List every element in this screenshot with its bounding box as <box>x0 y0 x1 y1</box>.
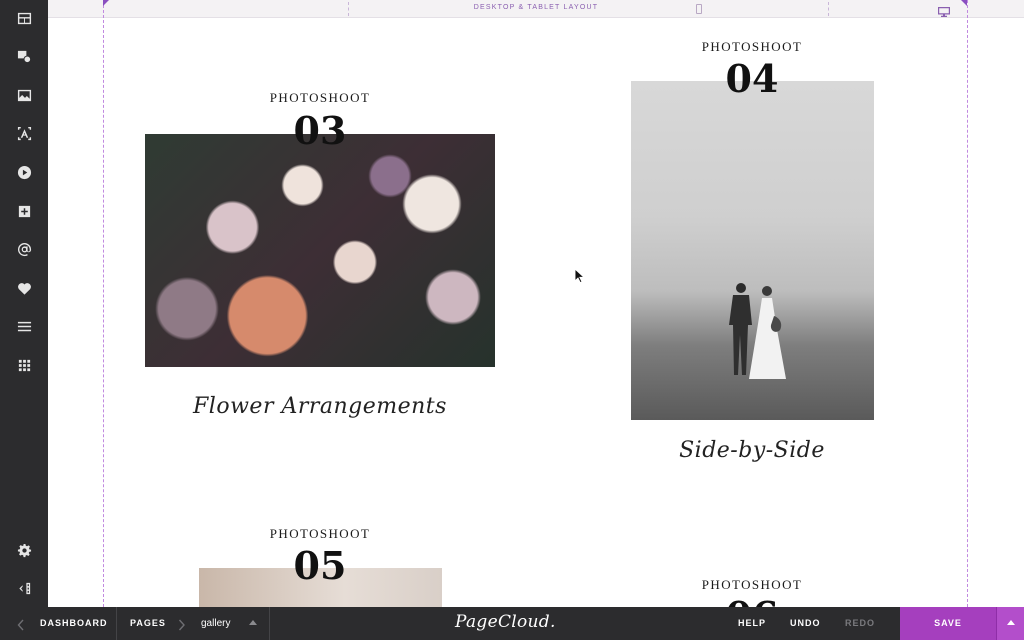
email-icon <box>17 242 31 256</box>
dashboard-link[interactable]: DASHBOARD <box>40 607 108 640</box>
tool-apps[interactable] <box>0 349 48 381</box>
guide-handle-left[interactable] <box>103 0 109 6</box>
breakpoint-marker <box>828 2 829 16</box>
tool-settings[interactable] <box>0 534 48 566</box>
photo-flower-arrangements[interactable] <box>145 134 495 367</box>
layout-label: DESKTOP & TABLET LAYOUT <box>473 4 599 11</box>
undo-button[interactable]: UNDO <box>790 607 821 640</box>
monitor-icon <box>938 7 950 17</box>
image-icon <box>17 89 31 101</box>
layout-icon <box>17 12 31 24</box>
apps-icon <box>18 359 30 371</box>
add-icon <box>18 205 30 217</box>
chevron-left-icon[interactable] <box>17 618 25 631</box>
shoot-label: PHOTOSHOOT <box>269 90 371 105</box>
mouse-cursor-icon <box>574 268 586 284</box>
shapes-icon <box>17 50 31 63</box>
layout-guide-right <box>967 0 968 607</box>
heart-icon <box>17 282 31 295</box>
tool-collapse[interactable] <box>0 572 48 604</box>
tool-sidebar <box>0 0 48 607</box>
tool-email[interactable] <box>0 233 48 265</box>
tool-video[interactable] <box>0 156 48 188</box>
tool-text[interactable] <box>0 117 48 149</box>
photo-caption: Flower Arrangements <box>193 394 447 419</box>
gear-icon <box>17 543 31 557</box>
tool-add[interactable] <box>0 195 48 227</box>
page-canvas[interactable]: DESKTOP & TABLET LAYOUT PHOTOSHOOT 03 Fl… <box>48 0 1024 607</box>
text-icon <box>17 126 31 140</box>
tool-menu[interactable] <box>0 310 48 342</box>
divider <box>116 607 117 640</box>
save-options-button[interactable] <box>996 607 1024 640</box>
shoot-label: PHOTOSHOOT <box>701 39 803 54</box>
couple-figure <box>729 283 786 379</box>
divider <box>269 607 270 640</box>
collapse-icon <box>18 582 30 594</box>
shoot-label: PHOTOSHOOT <box>269 526 371 541</box>
editor-bottom-bar: DASHBOARD PAGES gallery PageCloud. HELP … <box>0 607 1024 640</box>
shoot-number: 05 <box>293 543 347 588</box>
page-editor: DESKTOP & TABLET LAYOUT PHOTOSHOOT 03 Fl… <box>0 0 1024 640</box>
photo-side-by-side[interactable] <box>631 81 874 420</box>
chevron-right-icon <box>178 618 186 631</box>
redo-button[interactable]: REDO <box>845 607 875 640</box>
shoot-label: PHOTOSHOOT <box>701 577 803 592</box>
breakpoint-bar: DESKTOP & TABLET LAYOUT <box>48 0 1024 18</box>
tool-shapes[interactable] <box>0 40 48 72</box>
photo-caption: Side-by-Side <box>679 438 825 463</box>
breakpoint-marker <box>348 2 349 16</box>
save-button[interactable]: SAVE <box>900 607 996 640</box>
menu-icon <box>17 321 31 331</box>
shoot-number: 04 <box>725 56 779 101</box>
help-button[interactable]: HELP <box>738 607 766 640</box>
layout-guide-left <box>103 0 104 607</box>
guide-handle-right[interactable] <box>961 0 967 6</box>
shoot-number: 03 <box>293 108 347 153</box>
shoot-number: 06 <box>652 597 852 608</box>
tool-layout[interactable] <box>0 2 48 34</box>
caret-up-icon <box>1007 620 1015 625</box>
pagecloud-logo: PageCloud. <box>455 612 556 632</box>
current-page-selector[interactable]: gallery <box>201 607 230 640</box>
video-icon <box>17 165 31 179</box>
caret-up-icon[interactable] <box>249 620 257 625</box>
mobile-layout-icon[interactable] <box>696 4 702 14</box>
pages-link[interactable]: PAGES <box>130 607 166 640</box>
tool-social[interactable] <box>0 272 48 304</box>
tool-image[interactable] <box>0 79 48 111</box>
desktop-layout-icon[interactable] <box>938 4 950 17</box>
